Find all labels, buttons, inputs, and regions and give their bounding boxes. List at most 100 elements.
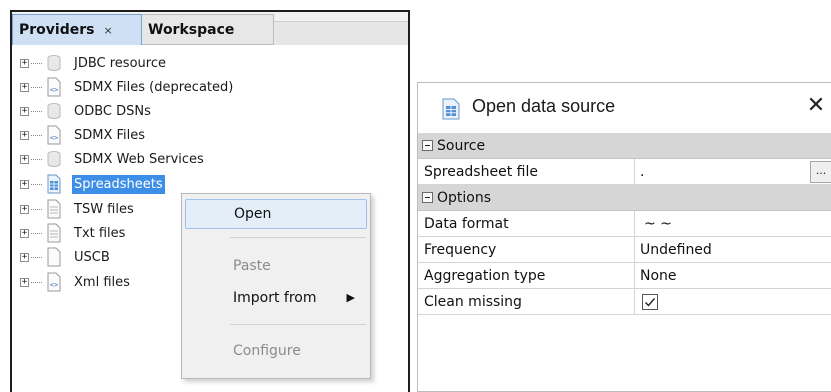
text-file-icon (47, 223, 61, 243)
tree-item-sdmx-files-deprecated[interactable]: + <> SDMX Files (deprecated) (18, 76, 318, 100)
category-options[interactable]: Options (418, 185, 831, 211)
menu-item-paste[interactable]: Paste (185, 251, 367, 281)
tab-workspace-label: Workspace (148, 21, 235, 38)
clean-missing-checkbox[interactable] (642, 294, 658, 310)
tree-item-label: Spreadsheets (72, 175, 165, 194)
tab-strip-filler (274, 21, 408, 45)
svg-text:<>: <> (50, 86, 58, 94)
tree-connector (31, 159, 42, 160)
property-name: Frequency (424, 242, 497, 258)
property-name: Clean missing (424, 294, 522, 310)
property-data-format[interactable]: Data format ~ ~ (418, 211, 831, 237)
tree-item-label: SDMX Files (deprecated) (74, 80, 234, 95)
column-divider (634, 211, 635, 237)
tree-item-label: JDBC resource (74, 56, 166, 71)
category-label: Source (437, 138, 486, 154)
context-menu: Open Paste Import from ▶ Configure (181, 193, 371, 379)
checkmark-icon (645, 298, 656, 307)
property-frequency[interactable]: Frequency Undefined (418, 237, 831, 263)
menu-separator (230, 237, 366, 238)
blank-file-icon (47, 247, 61, 267)
tree-item-label: SDMX Files (74, 128, 146, 143)
expand-icon[interactable]: + (20, 131, 29, 140)
svg-text:<>: <> (50, 134, 58, 142)
property-aggregation-type[interactable]: Aggregation type None (418, 263, 831, 289)
expand-icon[interactable]: + (20, 180, 29, 189)
tree-item-label: USCB (74, 250, 110, 265)
menu-item-label: Configure (233, 343, 301, 359)
tab-workspace[interactable]: Workspace (142, 14, 274, 45)
browse-button[interactable]: ... (810, 161, 831, 183)
xml-file-icon: <> (47, 125, 61, 145)
menu-item-import-from[interactable]: Import from ▶ (185, 283, 367, 313)
tree-connector (31, 63, 42, 64)
database-icon (47, 103, 61, 119)
frequency-value[interactable]: Undefined (640, 237, 712, 263)
close-icon[interactable]: ✕ (804, 91, 828, 121)
tree-item-label: TSW files (74, 202, 134, 217)
tab-close-icon[interactable]: × (103, 24, 112, 37)
database-icon (47, 55, 61, 71)
menu-item-label: Paste (233, 258, 271, 274)
tree-connector (31, 184, 42, 185)
category-source[interactable]: Source (418, 133, 831, 159)
xml-file-icon: <> (47, 77, 61, 97)
tree-connector (31, 87, 42, 88)
column-divider (634, 263, 635, 289)
tree-item-sdmx-files[interactable]: + <> SDMX Files (18, 124, 318, 148)
expand-icon[interactable]: + (20, 107, 29, 116)
property-spreadsheet-file[interactable]: Spreadsheet file . ... (418, 159, 831, 185)
menu-item-open[interactable]: Open (185, 199, 367, 229)
category-label: Options (437, 190, 492, 206)
spreadsheet-icon (442, 98, 460, 120)
expand-icon[interactable]: + (20, 278, 29, 287)
tree-connector (31, 135, 42, 136)
tree-item-sdmx-web-services[interactable]: + SDMX Web Services (18, 148, 318, 172)
tree-item-jdbc-resource[interactable]: + JDBC resource (18, 52, 318, 76)
aggregation-type-value[interactable]: None (640, 263, 677, 289)
panel-tab-bar: Providers × Workspace (12, 12, 408, 45)
property-clean-missing[interactable]: Clean missing (418, 289, 831, 315)
expand-icon[interactable]: + (20, 253, 29, 262)
tree-connector (31, 233, 42, 234)
tree-item-label: SDMX Web Services (74, 152, 204, 167)
property-name: Spreadsheet file (424, 164, 538, 180)
expand-icon[interactable]: + (20, 59, 29, 68)
tree-connector (31, 257, 42, 258)
tree-item-label: Txt files (74, 226, 126, 241)
spreadsheet-file-value[interactable]: . (640, 159, 644, 185)
submenu-arrow-icon: ▶ (346, 291, 355, 304)
menu-separator (230, 324, 366, 325)
tab-providers[interactable]: Providers × (12, 14, 142, 45)
tree-item-label: ODBC DSNs (74, 104, 151, 119)
property-name: Data format (424, 216, 509, 232)
expand-icon[interactable]: + (20, 229, 29, 238)
tree-item-label: Xml files (74, 275, 130, 290)
menu-item-label: Import from (233, 290, 317, 306)
spreadsheet-icon (47, 174, 61, 194)
open-data-source-dialog: Open data source ✕ Source Spreadsheet fi… (417, 82, 831, 392)
expand-icon[interactable]: + (20, 155, 29, 164)
tree-connector (31, 282, 42, 283)
data-format-value[interactable]: ~ ~ (644, 211, 672, 237)
column-divider (634, 237, 635, 263)
collapse-icon[interactable] (422, 192, 433, 203)
xml-file-icon: <> (47, 272, 61, 292)
tab-providers-label: Providers (19, 22, 95, 38)
svg-text:<>: <> (50, 281, 58, 289)
tree-connector (31, 111, 42, 112)
column-divider (634, 159, 635, 185)
collapse-icon[interactable] (422, 140, 433, 151)
expand-icon[interactable]: + (20, 83, 29, 92)
property-name: Aggregation type (424, 268, 546, 284)
column-divider (634, 289, 635, 315)
dialog-title: Open data source (472, 96, 616, 116)
dialog-title-bar: Open data source ✕ (418, 83, 831, 133)
expand-icon[interactable]: + (20, 205, 29, 214)
menu-item-label: Open (234, 206, 272, 222)
tree-connector (31, 209, 42, 210)
tree-item-odbc-dsns[interactable]: + ODBC DSNs (18, 100, 318, 124)
text-file-icon (47, 199, 61, 219)
menu-item-configure[interactable]: Configure (185, 336, 367, 366)
database-icon (47, 151, 61, 167)
